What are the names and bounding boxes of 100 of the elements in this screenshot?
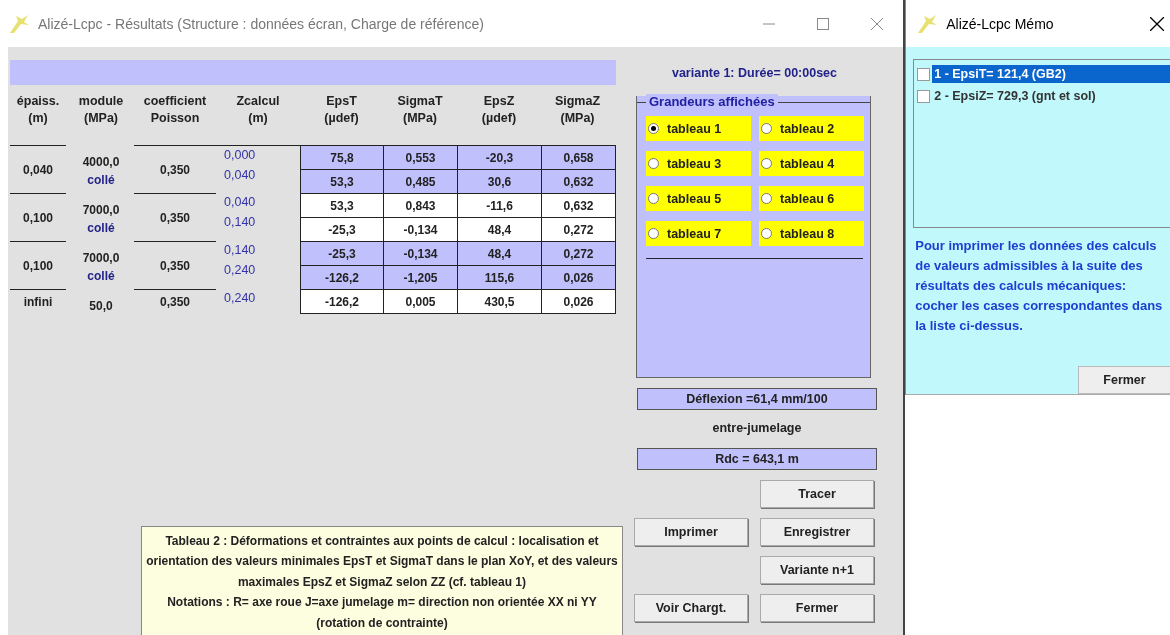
- table-cell: 0,632: [542, 170, 615, 194]
- table-cell: 30,6: [458, 170, 542, 194]
- window-title: Alizé-Lcpc - Résultats (Structure : données écran, Charge de référence): [38, 15, 485, 32]
- table-cell: 0,100: [23, 258, 53, 273]
- table-cell: 7000,0: [82, 251, 120, 265]
- table-cell: 53,3: [301, 170, 384, 194]
- radio-option[interactable]: tableau 3: [646, 151, 751, 176]
- checkbox[interactable]: [917, 89, 931, 103]
- app-logo-icon: [916, 12, 939, 35]
- depth-value: 0,240: [224, 262, 256, 279]
- list-item[interactable]: 2 - EpsiZ= 729,3 (gnt et sol): [932, 87, 1170, 105]
- depth-value: 0,040: [224, 194, 256, 211]
- table-cell: 0,272: [542, 242, 615, 266]
- action-button[interactable]: Fermer: [760, 594, 874, 622]
- radio-button[interactable]: [648, 228, 659, 239]
- table-cell: 0,632: [542, 194, 615, 218]
- depth-value: 0,040: [224, 167, 256, 184]
- table-cell: 0,100: [23, 210, 53, 225]
- table-cell: 0,658: [542, 146, 615, 170]
- window-title: Alizé-Lcpc Mémo: [946, 15, 1055, 32]
- column-header: coefficient Poisson: [142, 93, 208, 127]
- action-button[interactable]: Imprimer: [634, 518, 748, 546]
- column-header: SigmaZ (MPa): [553, 93, 602, 127]
- table-cell: 75,8: [301, 146, 384, 170]
- radio-button[interactable]: [761, 228, 772, 239]
- interface-label: collé: [87, 269, 115, 283]
- table-cell: -126,2: [301, 290, 384, 314]
- table-cell: -126,2: [301, 266, 384, 290]
- table-cell: 0,485: [384, 170, 458, 194]
- radio-option[interactable]: tableau 1: [646, 116, 751, 141]
- app-logo-icon: [8, 12, 30, 35]
- column-header: épaiss. (m): [15, 93, 61, 127]
- radio-button[interactable]: [761, 158, 772, 169]
- depth-value: 0,140: [224, 214, 256, 231]
- table-cell: 4000,0: [82, 155, 120, 169]
- table-cell: 0,272: [542, 218, 615, 242]
- table-cell: 0,553: [384, 146, 458, 170]
- action-button[interactable]: Voir Chargt.: [634, 594, 748, 622]
- table-cell: 0,040: [23, 162, 53, 177]
- maximize-icon[interactable]: [817, 17, 830, 30]
- table-cell: 0,350: [160, 210, 190, 225]
- action-button[interactable]: Enregistrer: [760, 518, 874, 546]
- memo-note: Pour imprimer les données des calculs de valeurs admissibles à la suite des résultats des calculs mécaniques: cocher les cases correspondantes dans la liste ci-dessus.: [914, 237, 1164, 335]
- variant-label: variante 1: Durée= 00:00sec: [670, 66, 838, 80]
- option-label: tableau 1: [667, 121, 722, 136]
- action-button[interactable]: Variante n+1: [760, 556, 874, 584]
- column-header: EpsZ (µdef): [480, 93, 518, 127]
- column-header: EpsT (µdef): [323, 93, 360, 127]
- radio-option[interactable]: tableau 5: [646, 186, 751, 211]
- caption-text: Tableau 2 : Déformations et contraintes aux points de calcul : localisation et orientation des valeurs minimales EpsT et SigmaT dans le plan XoY, et des valeurs maximales EpsZ et SigmaZ selon ZZ (cf. tableau 1): [146, 532, 618, 591]
- table-cell: -25,3: [301, 218, 384, 242]
- rdc-value: Rdc = 643,1 m: [637, 448, 877, 470]
- checkbox[interactable]: [917, 67, 931, 81]
- radio-button[interactable]: [648, 123, 659, 134]
- table-cell: 115,6: [458, 266, 542, 290]
- interface-label: collé: [87, 173, 115, 187]
- option-label: tableau 6: [780, 191, 835, 206]
- option-label: tableau 7: [667, 226, 722, 241]
- table-cell: -11,6: [458, 194, 542, 218]
- option-label: tableau 4: [780, 156, 835, 171]
- depth-value: 0,240: [224, 290, 256, 307]
- action-button[interactable]: Tracer: [760, 480, 874, 508]
- radio-button[interactable]: [761, 193, 772, 204]
- table-cell: 0,350: [160, 258, 190, 273]
- table-cell: 7000,0: [82, 203, 120, 217]
- column-header: SigmaT (MPa): [396, 93, 444, 127]
- column-header: module (MPa): [77, 93, 125, 127]
- position-label: entre-jumelage: [711, 421, 803, 435]
- list-item[interactable]: 1 - EpsiT= 121,4 (GB2): [932, 65, 1170, 83]
- table-cell: 0,350: [160, 294, 190, 309]
- option-label: tableau 3: [667, 156, 722, 171]
- close-icon[interactable]: [1150, 16, 1164, 31]
- radio-option[interactable]: tableau 4: [759, 151, 864, 176]
- table-cell: 48,4: [458, 218, 542, 242]
- close-button[interactable]: Fermer: [1078, 366, 1170, 394]
- table-cell: infini: [23, 294, 53, 309]
- table-cell: 0,005: [384, 290, 458, 314]
- depth-value: 0,000: [224, 147, 256, 164]
- radio-option[interactable]: tableau 7: [646, 221, 751, 246]
- deflection-value: Déflexion =61,4 mm/100: [637, 388, 877, 410]
- radio-button[interactable]: [648, 193, 659, 204]
- interface-label: collé: [87, 221, 115, 235]
- option-label: tableau 5: [667, 191, 722, 206]
- radio-option[interactable]: tableau 2: [759, 116, 864, 141]
- radio-button[interactable]: [648, 158, 659, 169]
- caption-text: Notations : R= axe roue J=axe jumelage m= direction non orientée XX ni YY (rotation de contrainte): [166, 594, 598, 632]
- group-title: Grandeurs affichées: [646, 94, 778, 109]
- table-cell: -25,3: [301, 242, 384, 266]
- radio-option[interactable]: tableau 8: [759, 221, 864, 246]
- table-cell: 0,350: [160, 162, 190, 177]
- radio-option[interactable]: tableau 6: [759, 186, 864, 211]
- table-cell: 0,843: [384, 194, 458, 218]
- table-cell: 430,5: [458, 290, 542, 314]
- table-cell: 0,026: [542, 290, 615, 314]
- depth-value: 0,140: [224, 242, 256, 259]
- table-cell: -0,134: [384, 242, 458, 266]
- table-cell: 53,3: [301, 194, 384, 218]
- radio-button[interactable]: [761, 123, 772, 134]
- table-cell: -0,134: [384, 218, 458, 242]
- option-label: tableau 2: [780, 121, 835, 136]
